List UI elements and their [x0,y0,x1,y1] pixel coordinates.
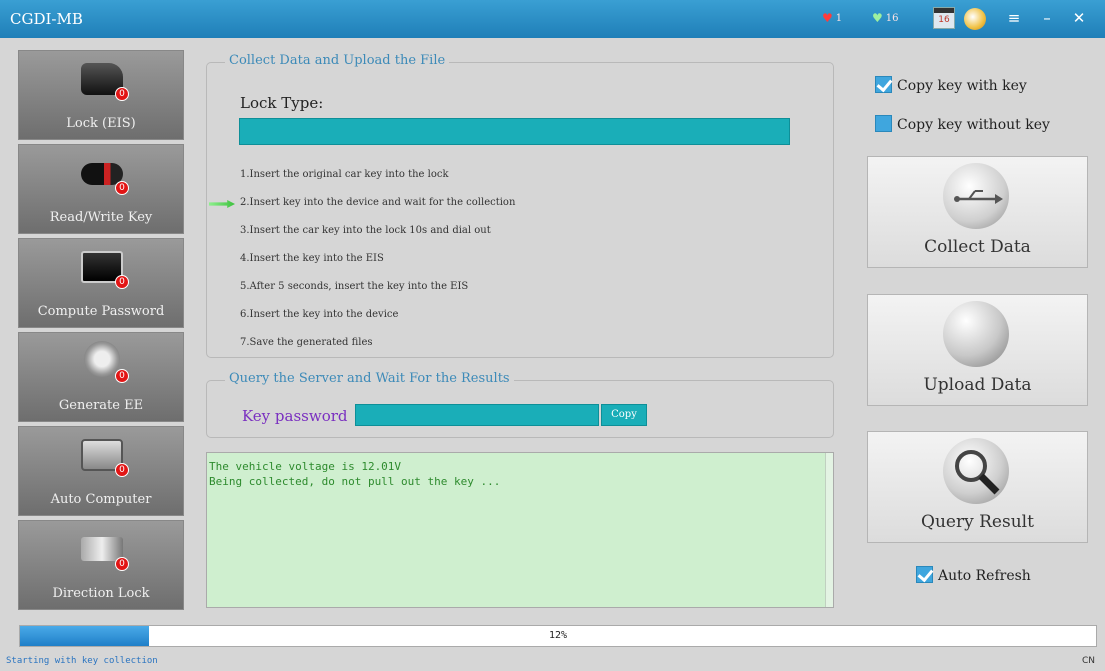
query-group: Query the Server and Wait For the Result… [206,371,834,438]
checkbox-checked-icon [875,76,892,93]
collect-data-label: Collect Data [924,237,1031,257]
sidebar-item-compute-password[interactable]: 0 Compute Password [18,238,184,328]
step-item: 4.Insert the key into the EIS [240,253,384,264]
language-indicator[interactable]: CN [1082,656,1095,666]
progress-bar: 12% [19,625,1097,647]
shields-status: ♥ 16 [872,11,899,25]
collect-data-button[interactable]: Collect Data [867,156,1088,268]
hearts-status: ♥ 1 [822,11,842,25]
copy-with-key-label: Copy key with key [897,78,1027,94]
sidebar-item-auto-computer[interactable]: 0 Auto Computer [18,426,184,516]
shield-icon: ♥ [872,11,883,25]
sidebar-item-label: Compute Password [37,304,165,319]
status-message: Starting with key collection [6,656,158,666]
notification-badge: 0 [115,369,129,383]
step-item: 7.Save the generated files [240,337,373,348]
sidebar-item-direction-lock[interactable]: 0 Direction Lock [18,520,184,610]
sidebar-item-read-write-key[interactable]: 0 Read/Write Key [18,144,184,234]
copy-without-key-label: Copy key without key [897,117,1050,133]
usb-symbol [954,190,1003,204]
checkbox-unchecked-icon [875,115,892,132]
upload-data-label: Upload Data [923,375,1032,395]
collect-group-title: Collect Data and Upload the File [225,53,450,68]
step-item: 6.Insert the key into the device [240,309,399,320]
copy-button[interactable]: Copy [601,404,647,426]
title-bar: CGDI-MB ♥ 1 ♥ 16 16 ≡ – ✕ [0,0,1105,38]
step-item: 5.After 5 seconds, insert the key into t… [240,281,469,292]
auto-refresh-checkbox[interactable]: Auto Refresh [916,566,1031,584]
notification-badge: 0 [115,275,129,289]
calendar-icon[interactable]: 16 [933,7,955,29]
notification-badge: 0 [115,181,129,195]
minimize-button[interactable]: – [1035,6,1059,30]
usb-icon [943,163,1009,229]
current-step-arrow-icon [209,200,235,208]
copy-without-key-checkbox[interactable]: Copy key without key [875,115,1050,133]
query-result-label: Query Result [921,512,1034,532]
sidebar-item-label: Read/Write Key [49,210,153,225]
lock-type-field[interactable] [239,118,790,145]
sidebar-item-generate-ee[interactable]: 0 Generate EE [18,332,184,422]
sidebar-item-label: Auto Computer [50,492,152,507]
collect-group: Collect Data and Upload the File Lock Ty… [206,53,834,358]
sidebar-item-label: Generate EE [58,398,144,413]
copy-with-key-checkbox[interactable]: Copy key with key [875,76,1027,94]
step-item: 1.Insert the original car key into the l… [240,169,449,180]
query-group-title: Query the Server and Wait For the Result… [225,371,514,386]
shields-count: 16 [885,12,899,24]
upload-data-button[interactable]: Upload Data [867,294,1088,406]
close-button[interactable]: ✕ [1067,6,1091,30]
lock-type-label: Lock Type: [240,94,324,112]
notification-badge: 0 [115,557,129,571]
step-item: 3.Insert the car key into the lock 10s a… [240,225,491,236]
query-result-button[interactable]: Query Result [867,431,1088,543]
sidebar-item-label: Direction Lock [52,586,150,601]
checkbox-checked-icon [916,566,933,583]
magnifier-symbol [955,450,1000,495]
sidebar-item-lock-eis[interactable]: 0 Lock (EIS) [18,50,184,140]
key-password-field[interactable] [355,404,599,426]
steering-lock-icon [81,537,123,561]
magnifier-icon [943,438,1009,504]
hearts-count: 1 [835,12,843,24]
notification-badge: 0 [115,87,129,101]
chip-icon [84,341,120,377]
log-output: The vehicle voltage is 12.01V Being coll… [206,452,834,608]
calendar-day: 16 [938,15,950,25]
auto-refresh-label: Auto Refresh [938,568,1031,584]
progress-percent: 12% [548,630,568,641]
log-scrollbar[interactable] [825,453,833,607]
heart-icon: ♥ [822,11,833,25]
globe-icon [943,301,1009,367]
step-item: 2.Insert key into the device and wait fo… [240,197,516,208]
log-line: Being collected, do not pull out the key… [209,475,501,488]
key-password-label: Key password [242,407,348,425]
clock-icon[interactable] [964,8,986,30]
notification-badge: 0 [115,463,129,477]
menu-icon[interactable]: ≡ [1002,6,1026,30]
app-title: CGDI-MB [10,10,83,28]
log-line: The vehicle voltage is 12.01V [209,460,402,473]
sidebar-item-label: Lock (EIS) [66,116,136,131]
